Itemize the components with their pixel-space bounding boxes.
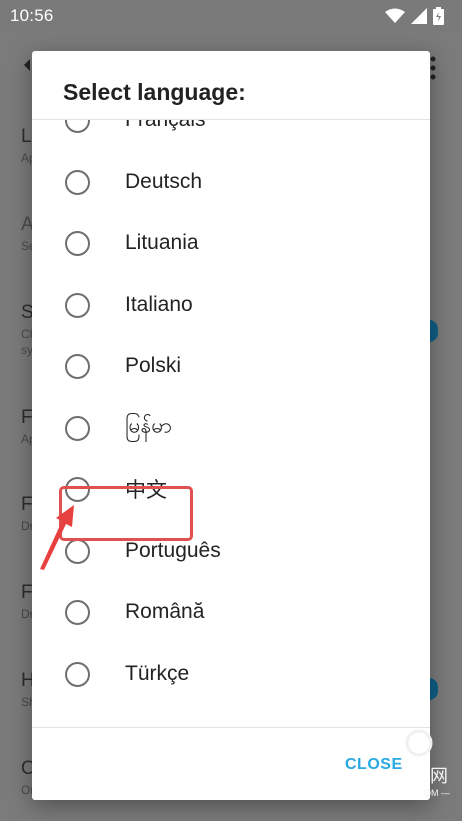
radio-button[interactable] [65,120,90,133]
language-option-italiano[interactable]: Italiano [32,275,430,335]
language-option-romana[interactable]: Română [32,582,430,642]
language-label: မြန်မာ [125,414,173,438]
radio-button[interactable] [65,354,90,379]
language-label: 中文 [125,479,167,502]
language-label: Italiano [125,293,193,316]
wifi-icon [385,8,405,23]
language-dialog: Select language: Français Deutsch Lituan… [32,51,430,800]
more-options-icon [430,56,436,80]
radio-button[interactable] [65,231,90,256]
divider [32,727,430,728]
language-label: Deutsch [125,170,203,193]
radio-button[interactable] [65,477,90,502]
language-label: Français [125,120,206,132]
language-label: Português [125,539,221,562]
radio-button[interactable] [65,416,90,441]
watermark-logo: 网 OM — [402,728,462,804]
watermark-circle-icon [405,729,433,757]
language-label: Türkçe [125,662,190,685]
language-option-myanmar[interactable]: မြန်မာ [32,398,430,458]
language-label: Română [125,600,205,623]
watermark-small-text: OM — [424,788,450,798]
radio-button[interactable] [65,293,90,318]
language-option-deutsch[interactable]: Deutsch [32,152,430,212]
dialog-title: Select language: [63,79,246,105]
language-option-francais[interactable]: Français [32,120,430,150]
language-option-chinese[interactable]: 中文 [32,459,430,519]
signal-icon [411,8,427,24]
language-option-portugues[interactable]: Português [32,521,430,581]
language-list[interactable]: Français Deutsch Lituania Italiano Polsk… [32,120,430,727]
pointer-arrow-icon [40,505,74,570]
language-label: Polski [125,354,182,377]
radio-button[interactable] [65,600,90,625]
status-bar: 10:56 [0,0,462,32]
radio-button[interactable] [65,662,90,687]
status-time: 10:56 [10,6,54,25]
battery-icon [433,7,444,25]
language-option-lituania[interactable]: Lituania [32,213,430,273]
radio-button[interactable] [65,170,90,195]
language-label: Lituania [125,231,199,254]
language-option-polski[interactable]: Polski [32,336,430,396]
status-icons [385,7,444,25]
close-button[interactable]: CLOSE [345,756,403,774]
watermark-text: 网 [430,766,448,786]
language-option-turkce[interactable]: Türkçe [32,644,430,704]
